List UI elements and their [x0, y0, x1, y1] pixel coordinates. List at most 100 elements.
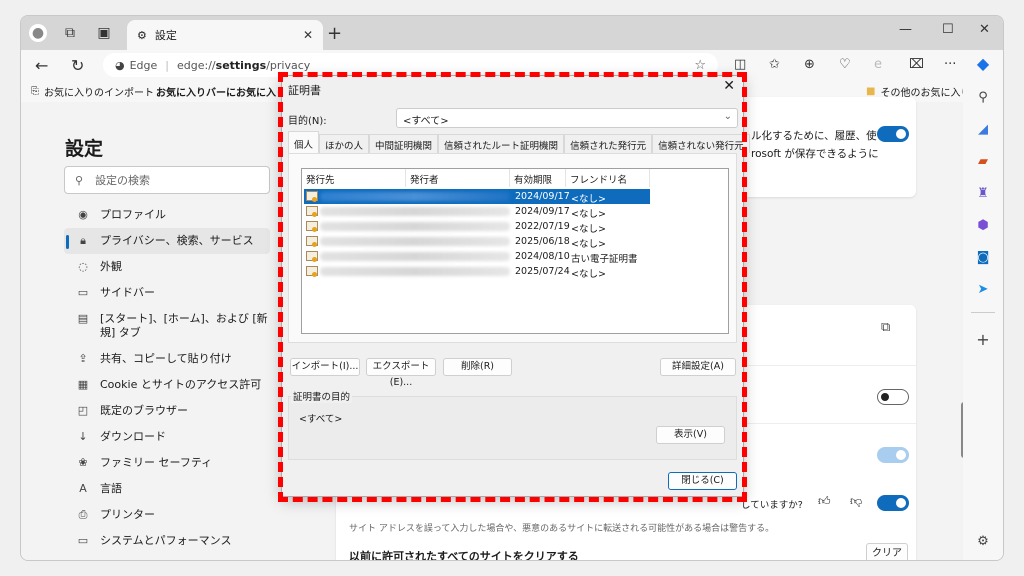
address-bar[interactable]: ◕ Edge | edge://settings/privacy ☆ [103, 53, 718, 77]
shopping-tag-icon[interactable]: ◢ [973, 120, 993, 140]
redacted-name [320, 237, 510, 246]
export-button[interactable]: エクスポート(E)... [366, 358, 436, 388]
back-icon[interactable]: ← [35, 56, 48, 75]
certificate-row[interactable]: 2025/06/18 <なし> [304, 234, 650, 250]
import-favorites-link[interactable]: ⎘ お気に入りのインポート [31, 84, 154, 99]
sidebar-item[interactable]: ◉ プロファイル [64, 202, 270, 228]
collections-icon[interactable]: ⊕ [804, 57, 815, 72]
tools-icon[interactable]: ▰ [973, 152, 993, 172]
workspaces-icon[interactable]: ⧉ [61, 24, 79, 42]
favorite-star-icon[interactable]: ☆ [694, 58, 706, 73]
tab-3[interactable]: 信頼されたルート証明機関 [438, 134, 565, 153]
cookie-icon: ▦ [77, 378, 89, 391]
certificate-row[interactable]: 2024/09/17 <なし> [304, 189, 650, 205]
certificate-row[interactable]: 2024/09/17 <なし> [304, 204, 650, 220]
certificate-icon [306, 236, 318, 247]
lock-icon: 🔒︎ [80, 234, 86, 247]
screenshot-icon[interactable]: ⌧ [909, 57, 924, 72]
sidebar-item[interactable]: ▭ システムとパフォーマンス [64, 528, 270, 554]
tab-actions-icon[interactable]: ▣ [95, 24, 113, 42]
folder-icon: ■ [866, 86, 876, 97]
games-icon[interactable]: ♜ [973, 184, 993, 204]
browser-essentials-icon[interactable]: ♡ [839, 57, 851, 72]
friendly-name: <なし> [571, 194, 606, 205]
tab-4[interactable]: 信頼された発行元 [564, 134, 653, 153]
sidebar-item[interactable]: ◰ 既定のブラウザー [64, 398, 270, 424]
settings-gear-icon[interactable]: ⚙ [973, 532, 993, 552]
sidebar-item[interactable]: ↓ ダウンロード [64, 424, 270, 450]
column-header-issued-to[interactable]: 発行先 [302, 169, 406, 187]
split-screen-icon[interactable]: ◫ [734, 57, 746, 72]
outlook-icon[interactable]: ◙ [973, 248, 993, 268]
external-link-icon[interactable]: ⧉ [881, 320, 890, 335]
close-tab-icon[interactable]: ✕ [303, 28, 313, 42]
column-header-expires[interactable]: 有効期限 [510, 169, 566, 187]
microsoft365-icon[interactable]: ⬢ [973, 216, 993, 236]
close-button[interactable]: 閉じる(C) [668, 472, 737, 490]
sidebar-item-label: 共有、コピーして貼り付け [100, 352, 232, 365]
clear-button[interactable]: クリア [866, 543, 908, 560]
certificate-row[interactable]: 2022/07/19 <なし> [304, 219, 650, 235]
certificate-list[interactable]: 発行先 発行者 有効期限 フレンドリ名 2024/09/17 <なし> 2024/0… [301, 168, 729, 334]
ie-mode-icon[interactable]: e [874, 57, 882, 72]
sidebar-item-label: ファミリー セーフティ [100, 456, 213, 469]
copilot-icon[interactable]: ◆ [973, 54, 993, 74]
purpose-select[interactable]: <すべて> ⌄ [396, 108, 738, 128]
sidebar-item-label: [スタート]、[ホーム]、および [新規] タブ [100, 312, 268, 339]
search-icon[interactable]: ⚲ [973, 88, 993, 108]
sidebar-item[interactable]: ⎙ プリンター [64, 502, 270, 528]
personalization-toggle[interactable] [877, 126, 909, 142]
import-button[interactable]: インポート(I)... [290, 358, 360, 376]
advanced-button[interactable]: 詳細設定(A) [660, 358, 736, 376]
url-prefix: edge:// [177, 58, 216, 72]
tab-0[interactable]: 個人 [288, 131, 320, 153]
typo-protection-toggle[interactable] [877, 495, 909, 511]
add-icon[interactable]: + [973, 330, 993, 350]
sidebar-item-label: Cookie とサイトのアクセス許可 [100, 378, 262, 391]
sidebar-item[interactable]: ▦ Cookie とサイトのアクセス許可 [64, 372, 270, 398]
column-header-issued-by[interactable]: 発行者 [406, 169, 510, 187]
thumbs-down-icon[interactable]: 👎︎ [850, 494, 862, 509]
url-brand: Edge [129, 58, 158, 72]
tab-2[interactable]: 中間証明機関 [369, 134, 439, 153]
profile-avatar-icon[interactable]: ● [29, 24, 47, 42]
tab-settings[interactable]: ⚙ 設定 ✕ [127, 20, 323, 50]
certificate-icon [306, 251, 318, 262]
certificate-row[interactable]: 2024/08/10 古い電子証明書 [304, 249, 650, 265]
sidebar-item[interactable]: ⇪ 共有、コピーして貼り付け [64, 346, 270, 372]
close-window-icon[interactable]: ✕ [979, 22, 990, 37]
minimize-icon[interactable]: — [899, 22, 912, 37]
chevron-down-icon: ⌄ [723, 111, 732, 122]
new-tab-icon[interactable]: + [327, 23, 342, 44]
maximize-icon[interactable]: ☐ [942, 22, 954, 37]
language-icon: A [79, 482, 87, 495]
close-dialog-icon[interactable]: ✕ [723, 78, 735, 94]
remove-button[interactable]: 削除(R) [443, 358, 512, 376]
card-text-line2: rosoft が保存できるように [751, 148, 879, 160]
refresh-icon[interactable]: ↻ [71, 56, 84, 75]
sidebar-item[interactable]: ▤ [スタート]、[ホーム]、および [新規] タブ [64, 306, 270, 346]
tab-5[interactable]: 信頼されない発行元 [652, 134, 750, 153]
import-icon: ⎘ [31, 86, 39, 97]
sidebar-item[interactable]: ❀ ファミリー セーフティ [64, 450, 270, 476]
setting-toggle-off[interactable] [877, 389, 909, 405]
sidebar-item[interactable]: 🔒︎ プライバシー、検索、サービス [64, 228, 270, 254]
sidebar-item[interactable]: A 言語 [64, 476, 270, 502]
column-header-friendly-name[interactable]: フレンドリ名 [566, 169, 650, 187]
more-icon[interactable]: ··· [944, 57, 956, 72]
tab-1[interactable]: ほかの人 [319, 134, 370, 153]
favorites-icon[interactable]: ✩ [769, 57, 780, 72]
settings-search-input[interactable]: ⚲ 設定の検索 [64, 166, 270, 194]
send-icon[interactable]: ➤ [973, 280, 993, 300]
purpose-label: 目的(N): [288, 116, 327, 127]
certificate-row[interactable]: 2025/07/24 <なし> [304, 264, 650, 280]
thumbs-up-icon[interactable]: 👍︎ [818, 494, 831, 509]
group-value: <すべて> [299, 414, 343, 425]
sidebar-item[interactable]: ▭ サイドバー [64, 280, 270, 306]
redacted-name [320, 192, 510, 201]
page-title: 設定 [65, 138, 104, 160]
sidebar-item[interactable]: ◌ 外観 [64, 254, 270, 280]
redacted-name [320, 267, 510, 276]
view-button[interactable]: 表示(V) [656, 426, 725, 444]
sidebar-item-label: ダウンロード [100, 430, 166, 443]
